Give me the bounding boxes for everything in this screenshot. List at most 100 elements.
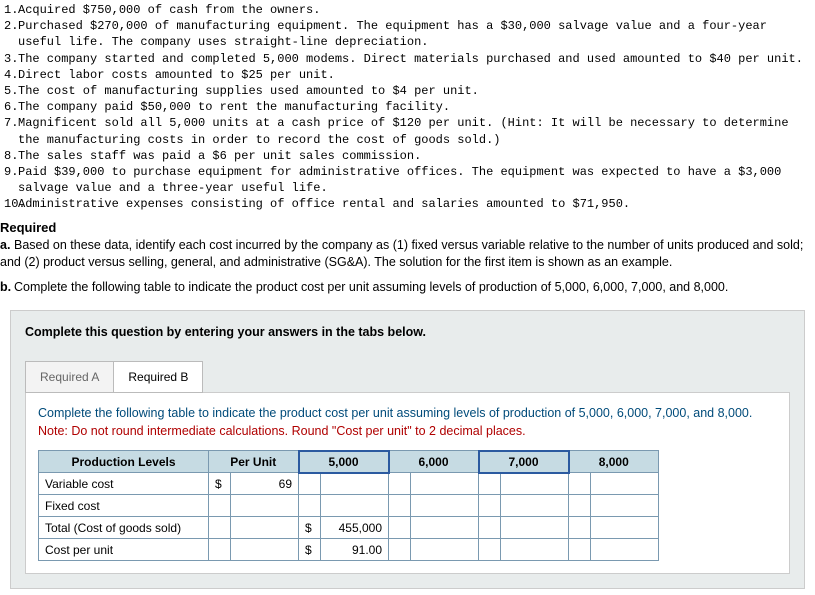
- cell-8000-currency[interactable]: [569, 495, 591, 517]
- requirement-b: b.Complete the following table to indica…: [0, 279, 815, 304]
- cell-7000-value[interactable]: [501, 495, 569, 517]
- header-7000: 7,000: [479, 451, 569, 473]
- cell-per-unit-currency[interactable]: [209, 539, 231, 561]
- cell-8000-currency[interactable]: [569, 517, 591, 539]
- header-production-levels: Production Levels: [39, 451, 209, 473]
- cell-5000-value[interactable]: 455,000: [321, 517, 389, 539]
- cell-per-unit-value[interactable]: [231, 495, 299, 517]
- list-item: 4.Direct labor costs amounted to $25 per…: [4, 67, 811, 83]
- list-item: 3.The company started and completed 5,00…: [4, 51, 811, 67]
- cell-8000-value[interactable]: [591, 495, 659, 517]
- list-item-text: Purchased $270,000 of manufacturing equi…: [18, 18, 811, 50]
- list-item: 7.Magnificent sold all 5,000 units at a …: [4, 115, 811, 147]
- cell-8000-value[interactable]: [591, 539, 659, 561]
- label-variable-cost: Variable cost: [39, 473, 209, 495]
- label-total-cogs: Total (Cost of goods sold): [39, 517, 209, 539]
- req-b-lead: b.: [0, 279, 14, 296]
- cell-5000-value[interactable]: 91.00: [321, 539, 389, 561]
- list-item-number: 3.: [4, 51, 18, 67]
- cell-7000-currency[interactable]: [479, 517, 501, 539]
- list-item-number: 6.: [4, 99, 18, 115]
- list-item-number: 1.: [4, 2, 18, 18]
- list-item: 6.The company paid $50,000 to rent the m…: [4, 99, 811, 115]
- header-per-unit: Per Unit: [209, 451, 299, 473]
- list-item-text: Acquired $750,000 of cash from the owner…: [18, 2, 811, 18]
- cell-7000-currency[interactable]: [479, 495, 501, 517]
- row-fixed-cost: Fixed cost: [39, 495, 659, 517]
- tab-required-a[interactable]: Required A: [25, 361, 114, 393]
- cell-per-unit-currency[interactable]: [209, 495, 231, 517]
- tab-required-b[interactable]: Required B: [114, 361, 203, 393]
- cell-5000-currency[interactable]: [299, 495, 321, 517]
- list-item: 9.Paid $39,000 to purchase equipment for…: [4, 164, 811, 196]
- tab-row: Required A Required B: [25, 361, 790, 393]
- list-item-number: 8.: [4, 148, 18, 164]
- list-item-number: 5.: [4, 83, 18, 99]
- header-5000: 5,000: [299, 451, 389, 473]
- cell-per-unit-value[interactable]: [231, 517, 299, 539]
- given-information-list: 1.Acquired $750,000 of cash from the own…: [0, 0, 815, 214]
- list-item-text: Magnificent sold all 5,000 units at a ca…: [18, 115, 811, 147]
- cell-6000-value[interactable]: [411, 517, 479, 539]
- cell-8000-value[interactable]: [591, 473, 659, 495]
- req-a-text: Based on these data, identify each cost …: [0, 238, 803, 269]
- cell-per-unit-value[interactable]: 69: [231, 473, 299, 495]
- list-item-number: 9.: [4, 164, 18, 196]
- row-variable-cost: Variable cost $ 69: [39, 473, 659, 495]
- cell-7000-value[interactable]: [501, 473, 569, 495]
- list-item-number: 7.: [4, 115, 18, 147]
- list-item-text: The cost of manufacturing supplies used …: [18, 83, 811, 99]
- tabs-instruction: Complete this question by entering your …: [25, 325, 790, 353]
- cell-8000-value[interactable]: [591, 517, 659, 539]
- cell-6000-currency[interactable]: [389, 517, 411, 539]
- cell-8000-currency[interactable]: [569, 473, 591, 495]
- list-item-number: 10.: [4, 196, 18, 212]
- cell-6000-value[interactable]: [411, 473, 479, 495]
- label-cost-per-unit: Cost per unit: [39, 539, 209, 561]
- req-a-lead: a.: [0, 237, 14, 254]
- tab-panel-required-b: Complete the following table to indicate…: [25, 392, 790, 574]
- cell-5000-currency[interactable]: [299, 473, 321, 495]
- cell-7000-currency[interactable]: [479, 539, 501, 561]
- production-table: Production Levels Per Unit 5,000 6,000 7…: [38, 450, 659, 562]
- list-item: 5.The cost of manufacturing supplies use…: [4, 83, 811, 99]
- table-header-row: Production Levels Per Unit 5,000 6,000 7…: [39, 451, 659, 473]
- cell-7000-value[interactable]: [501, 539, 569, 561]
- list-item-number: 4.: [4, 67, 18, 83]
- header-8000: 8,000: [569, 451, 659, 473]
- cell-per-unit-currency[interactable]: [209, 517, 231, 539]
- requirement-a: a.Based on these data, identify each cos…: [0, 237, 815, 279]
- list-item-text: The sales staff was paid a $6 per unit s…: [18, 148, 811, 164]
- row-total-cogs: Total (Cost of goods sold) $ 455,000: [39, 517, 659, 539]
- list-item-text: The company paid $50,000 to rent the man…: [18, 99, 811, 115]
- list-item-number: 2.: [4, 18, 18, 50]
- required-heading: Required: [0, 214, 815, 237]
- row-cost-per-unit: Cost per unit $ 91.00: [39, 539, 659, 561]
- cell-6000-value[interactable]: [411, 539, 479, 561]
- list-item-text: The company started and completed 5,000 …: [18, 51, 811, 67]
- cell-6000-currency[interactable]: [389, 539, 411, 561]
- list-item: 1.Acquired $750,000 of cash from the own…: [4, 2, 811, 18]
- label-fixed-cost: Fixed cost: [39, 495, 209, 517]
- cell-per-unit-value[interactable]: [231, 539, 299, 561]
- list-item: 2.Purchased $270,000 of manufacturing eq…: [4, 18, 811, 50]
- cell-5000-currency[interactable]: $: [299, 517, 321, 539]
- list-item: 10.Administrative expenses consisting of…: [4, 196, 811, 212]
- list-item-text: Administrative expenses consisting of of…: [18, 196, 811, 212]
- cell-6000-currency[interactable]: [389, 473, 411, 495]
- cell-5000-value[interactable]: [321, 495, 389, 517]
- header-6000: 6,000: [389, 451, 479, 473]
- cell-5000-value[interactable]: [321, 473, 389, 495]
- cell-8000-currency[interactable]: [569, 539, 591, 561]
- panel-instruction: Complete the following table to indicate…: [38, 405, 777, 422]
- cell-6000-value[interactable]: [411, 495, 479, 517]
- cell-per-unit-currency[interactable]: $: [209, 473, 231, 495]
- cell-5000-currency[interactable]: $: [299, 539, 321, 561]
- cell-6000-currency[interactable]: [389, 495, 411, 517]
- list-item-text: Paid $39,000 to purchase equipment for a…: [18, 164, 811, 196]
- cell-7000-currency[interactable]: [479, 473, 501, 495]
- list-item: 8.The sales staff was paid a $6 per unit…: [4, 148, 811, 164]
- cell-7000-value[interactable]: [501, 517, 569, 539]
- list-item-text: Direct labor costs amounted to $25 per u…: [18, 67, 811, 83]
- panel-note: Note: Do not round intermediate calculat…: [38, 424, 777, 438]
